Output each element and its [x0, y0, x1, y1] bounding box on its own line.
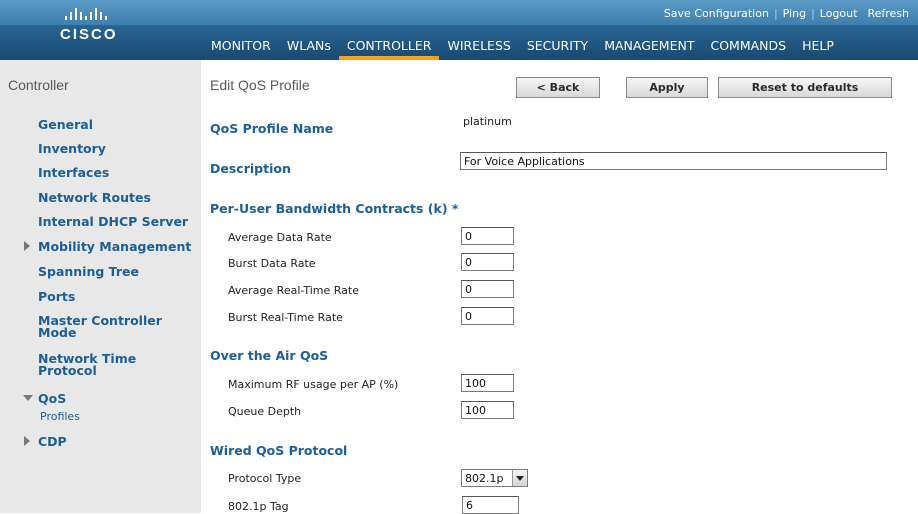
menu-help[interactable]: HELP: [794, 38, 842, 60]
menu-controller[interactable]: CONTROLLER: [338, 38, 440, 60]
reset-to-defaults-button[interactable]: Reset to defaults: [718, 77, 892, 98]
average-real-time-rate-input[interactable]: [461, 280, 514, 298]
tag-label: 802.1p Tag: [228, 500, 289, 513]
menu-wlans[interactable]: WLANs: [279, 38, 339, 60]
sidebar-item-cdp[interactable]: CDP: [38, 435, 67, 448]
average-data-rate-label: Average Data Rate: [228, 231, 332, 244]
cisco-logo-text: CISCO: [60, 26, 118, 43]
burst-real-time-rate-input[interactable]: [461, 307, 514, 325]
bandwidth-section-heading: Per-User Bandwidth Contracts (k) *: [210, 201, 459, 216]
expand-down-icon[interactable]: [23, 395, 33, 401]
average-real-time-rate-label: Average Real-Time Rate: [228, 284, 359, 297]
sidebar-item-qos[interactable]: QoS: [38, 392, 66, 405]
expand-right-icon[interactable]: [24, 436, 30, 446]
top-header: CISCO Save Configuration | Ping | Logout…: [0, 0, 918, 60]
expand-right-icon[interactable]: [24, 241, 30, 251]
queue-depth-input[interactable]: [461, 401, 514, 419]
qos-profile-name-value: platinum: [463, 115, 512, 128]
sidebar-item-master-controller-mode[interactable]: Master Controller Mode: [38, 314, 178, 339]
queue-depth-label: Queue Depth: [228, 405, 302, 418]
menu-management[interactable]: MANAGEMENT: [596, 38, 702, 60]
cisco-logo-bars-icon: [65, 6, 140, 20]
protocol-type-label: Protocol Type: [228, 472, 302, 485]
sidebar-subitem-profiles[interactable]: Profiles: [40, 410, 80, 423]
average-data-rate-input[interactable]: [461, 227, 514, 245]
over-the-air-qos-heading: Over the Air QoS: [210, 348, 329, 363]
sidebar-item-inventory[interactable]: Inventory: [38, 142, 106, 155]
cisco-logo: CISCO: [60, 6, 140, 50]
menu-wireless[interactable]: WIRELESS: [439, 38, 518, 60]
description-input[interactable]: [460, 152, 887, 170]
menu-monitor[interactable]: MONITOR: [203, 38, 279, 60]
sidebar-title: Controller: [8, 77, 69, 93]
sidebar: Controller General Inventory Interfaces …: [0, 60, 201, 513]
sidebar-item-network-routes[interactable]: Network Routes: [38, 191, 151, 204]
sidebar-item-general[interactable]: General: [38, 118, 93, 131]
ping-link[interactable]: Ping: [778, 7, 811, 20]
tag-input[interactable]: [462, 496, 519, 514]
burst-real-time-rate-label: Burst Real-Time Rate: [228, 311, 343, 324]
burst-data-rate-label: Burst Data Rate: [228, 257, 316, 270]
menu-commands[interactable]: COMMANDS: [702, 38, 794, 60]
logout-link[interactable]: Logout: [815, 7, 863, 20]
sidebar-item-mobility-management[interactable]: Mobility Management: [38, 240, 191, 253]
max-rf-usage-label: Maximum RF usage per AP (%): [228, 378, 399, 391]
main-menu: MONITOR WLANs CONTROLLER WIRELESS SECURI…: [203, 38, 842, 60]
main-content: Edit QoS Profile < Back Apply Reset to d…: [201, 60, 918, 514]
sidebar-item-spanning-tree[interactable]: Spanning Tree: [38, 265, 139, 278]
save-configuration-link[interactable]: Save Configuration: [659, 7, 774, 20]
wired-qos-protocol-heading: Wired QoS Protocol: [210, 443, 348, 458]
page-title: Edit QoS Profile: [210, 77, 310, 93]
menu-security[interactable]: SECURITY: [519, 38, 596, 60]
description-label: Description: [210, 161, 291, 176]
apply-button[interactable]: Apply: [626, 77, 708, 98]
max-rf-usage-input[interactable]: [461, 374, 514, 392]
protocol-type-select[interactable]: 802.1p: [461, 469, 528, 487]
refresh-link[interactable]: Refresh: [862, 7, 914, 20]
chevron-down-icon[interactable]: [512, 470, 527, 486]
qos-profile-name-label: QoS Profile Name: [210, 121, 334, 136]
sidebar-item-ports[interactable]: Ports: [38, 290, 75, 303]
sidebar-item-network-time-protocol[interactable]: Network Time Protocol: [38, 352, 178, 377]
burst-data-rate-input[interactable]: [461, 253, 514, 271]
utility-links: Save Configuration | Ping | Logout Refre…: [659, 7, 914, 20]
sidebar-item-internal-dhcp-server[interactable]: Internal DHCP Server: [38, 215, 188, 228]
back-button[interactable]: < Back: [516, 77, 600, 98]
protocol-type-selected: 802.1p: [465, 472, 504, 485]
sidebar-item-interfaces[interactable]: Interfaces: [38, 166, 109, 179]
